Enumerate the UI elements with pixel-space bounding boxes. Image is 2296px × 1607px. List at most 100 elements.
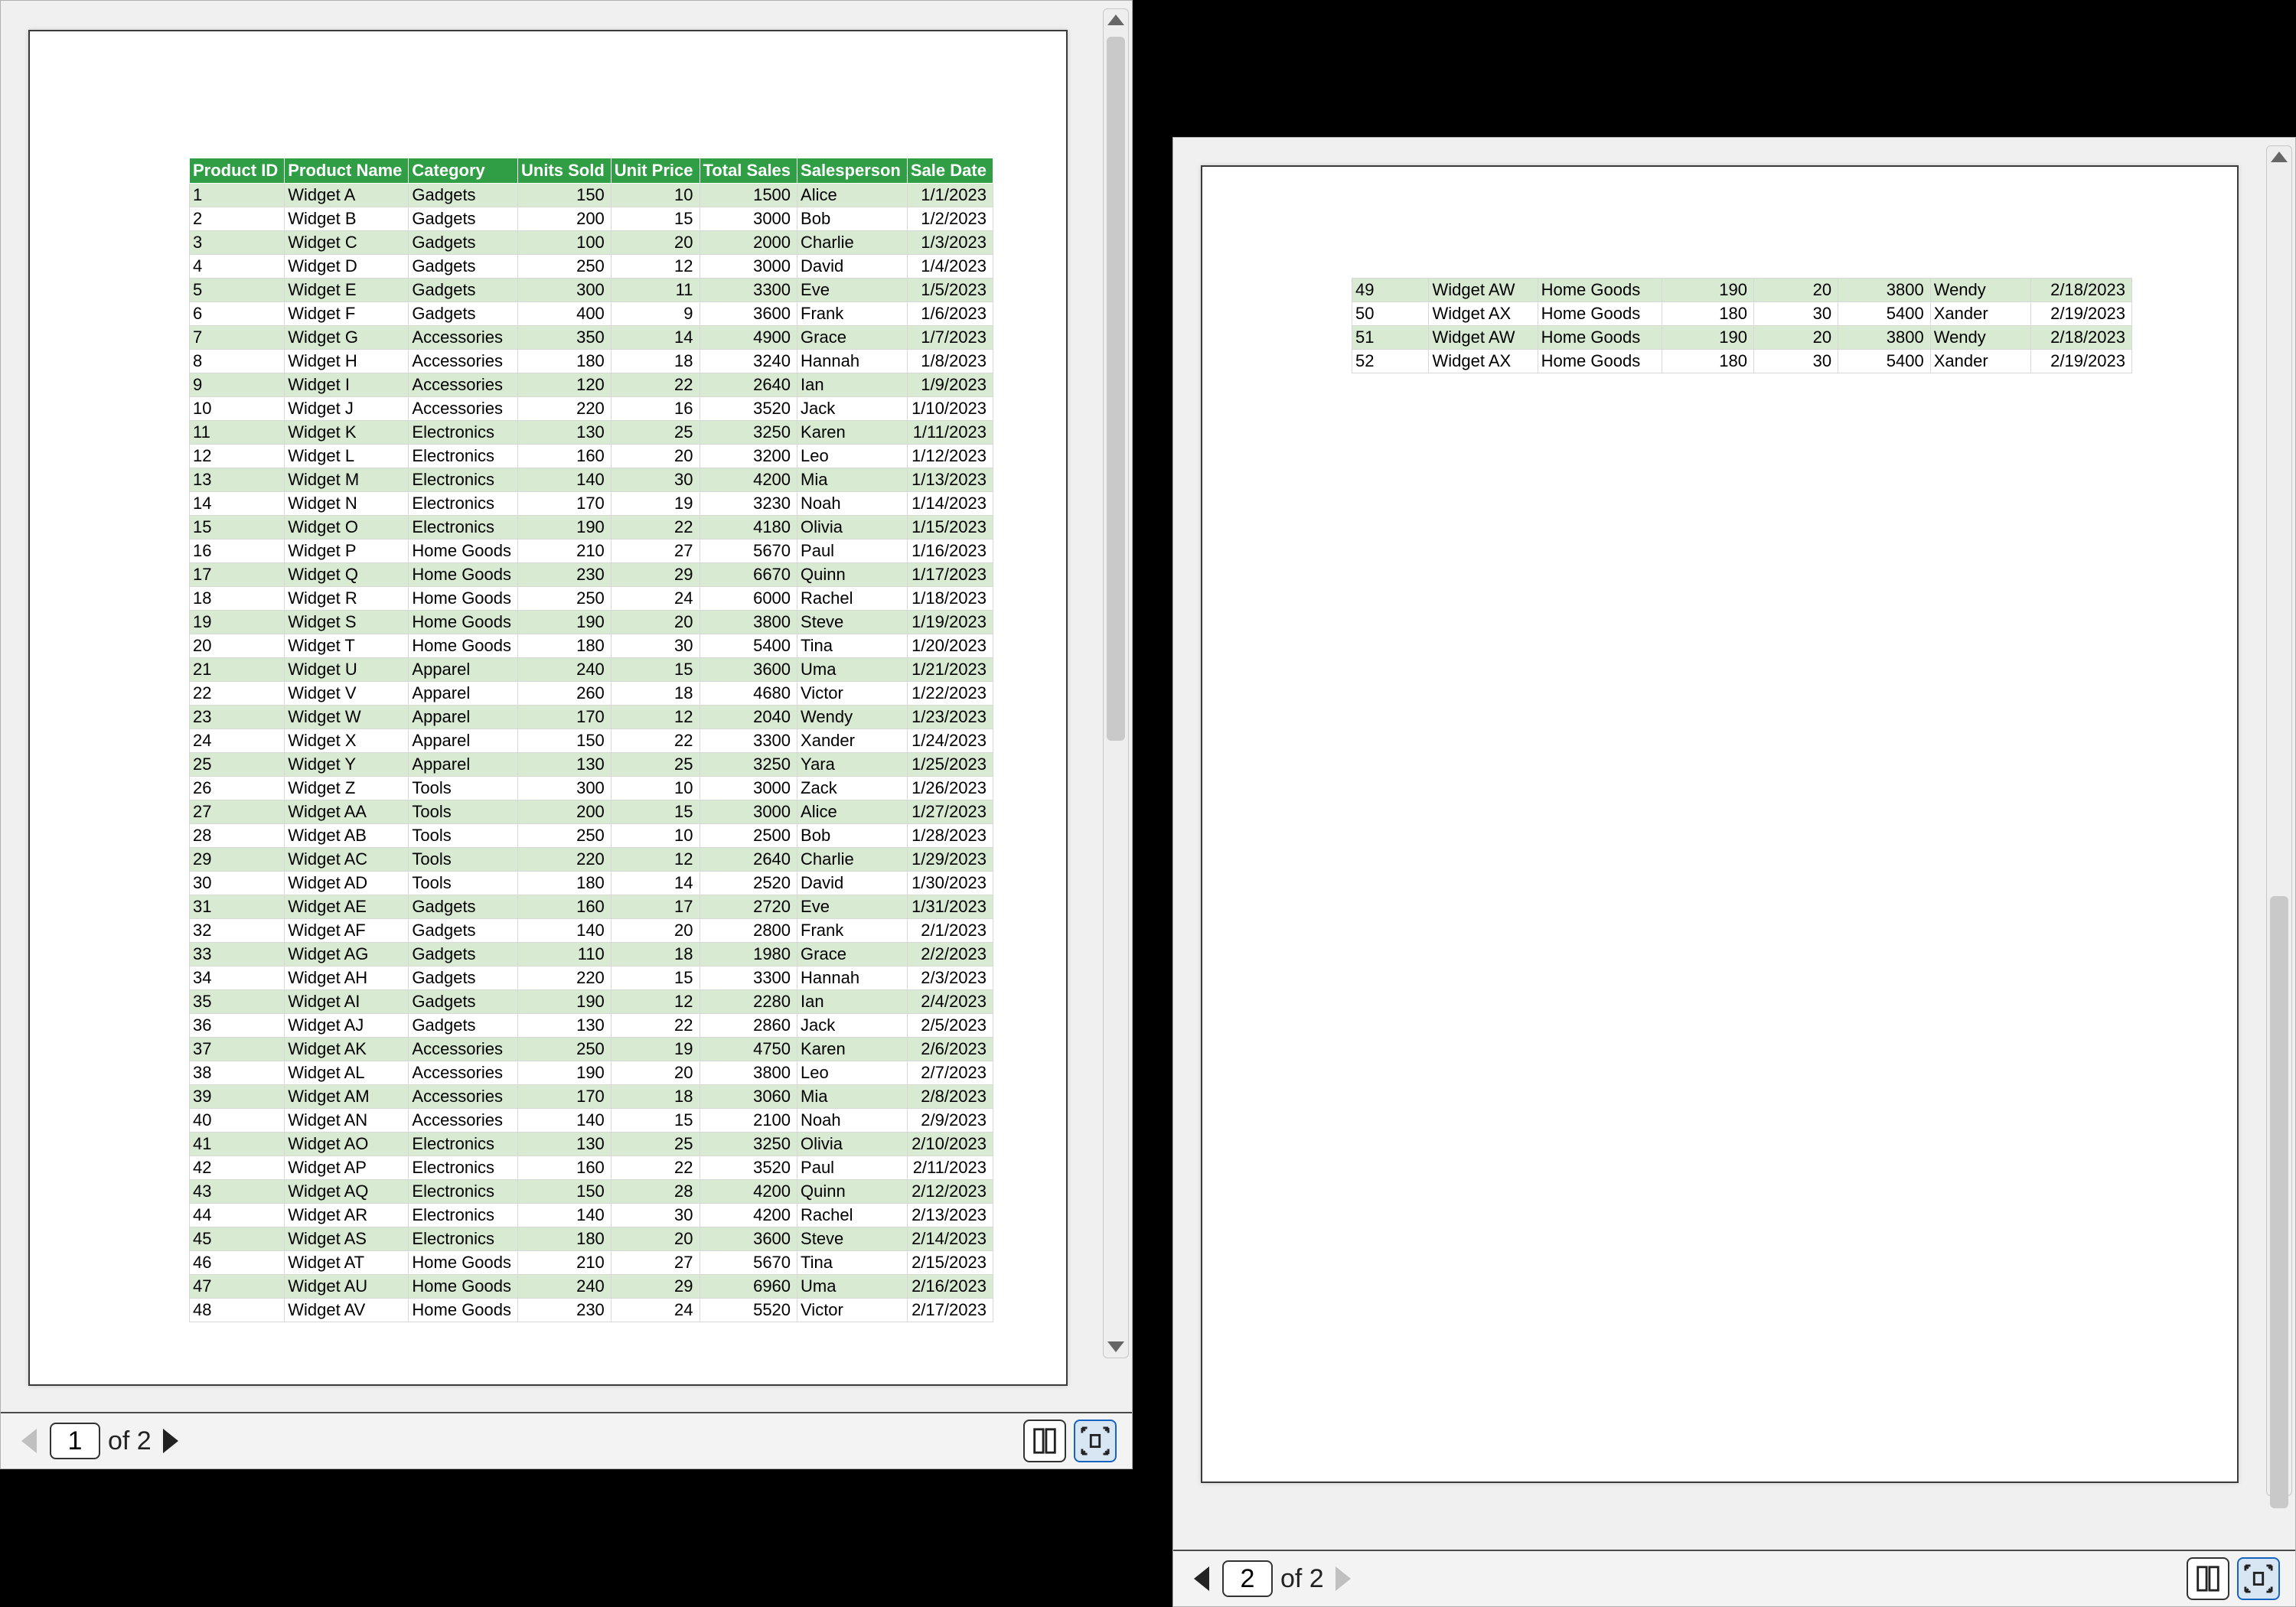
cell: 12 (611, 848, 700, 872)
cell: Widget Z (285, 777, 409, 800)
cell: 120 (518, 373, 612, 397)
single-page-mode-button[interactable] (1023, 1420, 1066, 1462)
cell: Widget N (285, 492, 409, 516)
cell: 2/18/2023 (2030, 326, 2131, 350)
prev-page-button[interactable] (16, 1422, 42, 1460)
cell: 2500 (700, 824, 797, 848)
cell: 15 (611, 800, 700, 824)
cell: Gadgets (409, 231, 518, 255)
cell: 2000 (700, 231, 797, 255)
cell: 20 (1753, 279, 1838, 302)
table-row: 35Widget AIGadgets190122280Ian2/4/2023 (190, 990, 993, 1014)
cell: Widget AV (285, 1299, 409, 1322)
vertical-scrollbar-right[interactable] (2266, 145, 2292, 1496)
cell: 1/6/2023 (907, 302, 993, 326)
cell: 5400 (700, 634, 797, 658)
cell: Apparel (409, 706, 518, 729)
cell: Mia (797, 468, 908, 492)
table-row: 32Widget AFGadgets140202800Frank2/1/2023 (190, 919, 993, 943)
cell: 150 (518, 184, 612, 207)
cell: 7 (190, 326, 285, 350)
cell: 9 (611, 302, 700, 326)
cell: 47 (190, 1275, 285, 1299)
cell: 350 (518, 326, 612, 350)
cell: Grace (797, 943, 908, 966)
table-row: 51Widget AWHome Goods190203800Wendy2/18/… (1352, 326, 2132, 350)
table-row: 47Widget AUHome Goods240296960Uma2/16/20… (190, 1275, 993, 1299)
cell: 3600 (700, 1227, 797, 1251)
cell: 110 (518, 943, 612, 966)
cell: Home Goods (409, 1251, 518, 1275)
fit-page-mode-button[interactable] (2237, 1557, 2280, 1600)
cell: 220 (518, 848, 612, 872)
cell: 39 (190, 1085, 285, 1109)
cell: Widget AW (1429, 279, 1538, 302)
cell: 2/1/2023 (907, 919, 993, 943)
table-row: 41Widget AOElectronics130253250Olivia2/1… (190, 1133, 993, 1156)
cell: 2/4/2023 (907, 990, 993, 1014)
cell: Apparel (409, 753, 518, 777)
cell: Mia (797, 1085, 908, 1109)
cell: Rachel (797, 587, 908, 611)
cell: 3 (190, 231, 285, 255)
table-row: 36Widget AJGadgets130222860Jack2/5/2023 (190, 1014, 993, 1038)
cell: 11 (611, 279, 700, 302)
vertical-scrollbar-left[interactable] (1103, 8, 1129, 1358)
cell: Apparel (409, 682, 518, 706)
cell: Apparel (409, 658, 518, 682)
scroll-up-icon[interactable] (1107, 15, 1124, 25)
cell: 2860 (700, 1014, 797, 1038)
cell: Victor (797, 682, 908, 706)
cell: Alice (797, 800, 908, 824)
cell: 27 (611, 539, 700, 563)
cell: 44 (190, 1204, 285, 1227)
cell: 1/24/2023 (907, 729, 993, 753)
cell: 2/12/2023 (907, 1180, 993, 1204)
cell: 1/14/2023 (907, 492, 993, 516)
cell: Widget K (285, 421, 409, 445)
cell: 1/18/2023 (907, 587, 993, 611)
cell: David (797, 872, 908, 895)
cell: 2/11/2023 (907, 1156, 993, 1180)
cell: 1 (190, 184, 285, 207)
prev-page-button[interactable] (1189, 1560, 1215, 1598)
cell: 38 (190, 1061, 285, 1085)
cell: 22 (611, 1014, 700, 1038)
cell: Widget X (285, 729, 409, 753)
cell: 31 (190, 895, 285, 919)
scrollbar-thumb[interactable] (1107, 37, 1125, 741)
cell: Widget AW (1429, 326, 1538, 350)
cell: 15 (611, 207, 700, 231)
fit-page-mode-button[interactable] (1074, 1420, 1117, 1462)
cell: Karen (797, 421, 908, 445)
cell: 3250 (700, 1133, 797, 1156)
next-page-button[interactable] (1330, 1560, 1356, 1598)
cell: 1/17/2023 (907, 563, 993, 587)
cell: 29 (190, 848, 285, 872)
scroll-up-icon[interactable] (2271, 152, 2288, 162)
cell: 52 (1352, 350, 1429, 373)
cell: Eve (797, 279, 908, 302)
cell: 190 (518, 1061, 612, 1085)
cell: 20 (611, 445, 700, 468)
cell: 1/30/2023 (907, 872, 993, 895)
cell: Yara (797, 753, 908, 777)
cell: 210 (518, 1251, 612, 1275)
cell: 250 (518, 587, 612, 611)
scrollbar-thumb[interactable] (2270, 896, 2288, 1508)
table-row: 22Widget VApparel260184680Victor1/22/202… (190, 682, 993, 706)
cell: 30 (611, 468, 700, 492)
cell: 17 (190, 563, 285, 587)
cell: 1/21/2023 (907, 658, 993, 682)
cell: 40 (190, 1109, 285, 1133)
cell: 3000 (700, 207, 797, 231)
next-page-button[interactable] (158, 1422, 184, 1460)
cell: 3800 (1838, 279, 1931, 302)
scroll-down-icon[interactable] (1107, 1341, 1124, 1352)
cell: 300 (518, 279, 612, 302)
page-number-input[interactable] (50, 1423, 100, 1459)
page-number-input[interactable] (1222, 1560, 1273, 1597)
single-page-mode-button[interactable] (2187, 1557, 2229, 1600)
cell: Widget J (285, 397, 409, 421)
table-row: 52Widget AXHome Goods180305400Xander2/19… (1352, 350, 2132, 373)
